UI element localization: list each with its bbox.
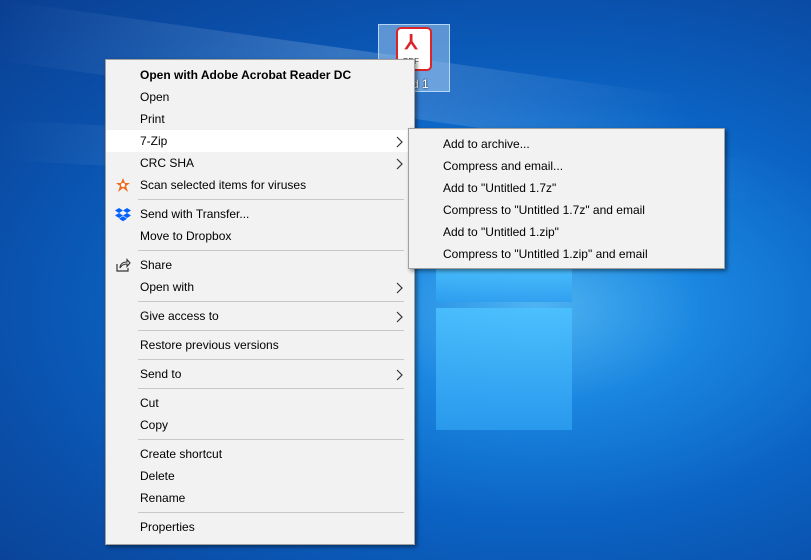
- chevron-right-icon: [396, 152, 404, 174]
- menu-item-cut[interactable]: Cut: [106, 392, 414, 414]
- menu-item-label: Share: [140, 258, 173, 272]
- menu-item-label: Restore previous versions: [140, 338, 279, 352]
- submenu-item-compress-to-untitled-1-7z-and-email[interactable]: Compress to "Untitled 1.7z" and email: [409, 199, 724, 221]
- menu-item-crc-sha[interactable]: CRC SHA: [106, 152, 414, 174]
- chevron-right-icon: [396, 363, 404, 385]
- dropbox-icon: [115, 206, 131, 222]
- submenu-item-label: Compress to "Untitled 1.7z" and email: [443, 203, 645, 217]
- chevron-right-icon: [396, 276, 404, 298]
- menu-item-open-with-adobe-acrobat-reader-dc[interactable]: Open with Adobe Acrobat Reader DC: [106, 64, 414, 86]
- menu-item-label: Send with Transfer...: [140, 207, 250, 221]
- menu-separator: [138, 439, 404, 440]
- menu-item-scan-selected-items-for-viruses[interactable]: Scan selected items for viruses: [106, 174, 414, 196]
- menu-separator: [138, 512, 404, 513]
- menu-item-give-access-to[interactable]: Give access to: [106, 305, 414, 327]
- chevron-right-icon: [396, 305, 404, 327]
- menu-item-label: Scan selected items for viruses: [140, 178, 307, 192]
- submenu-item-compress-to-untitled-1-zip-and-email[interactable]: Compress to "Untitled 1.zip" and email: [409, 243, 724, 265]
- menu-item-label: CRC SHA: [140, 156, 195, 170]
- menu-item-move-to-dropbox[interactable]: Move to Dropbox: [106, 225, 414, 247]
- submenu-item-label: Add to "Untitled 1.zip": [443, 225, 559, 239]
- menu-item-rename[interactable]: Rename: [106, 487, 414, 509]
- submenu-item-add-to-untitled-1-7z[interactable]: Add to "Untitled 1.7z": [409, 177, 724, 199]
- menu-separator: [138, 330, 404, 331]
- submenu-item-label: Compress and email...: [443, 159, 564, 173]
- avast-icon: [115, 177, 131, 193]
- menu-item-send-to[interactable]: Send to: [106, 363, 414, 385]
- menu-item-label: Open: [140, 90, 170, 104]
- menu-item-copy[interactable]: Copy: [106, 414, 414, 436]
- menu-item-label: Move to Dropbox: [140, 229, 232, 243]
- share-icon: [115, 257, 131, 273]
- menu-item-7-zip[interactable]: 7-Zip: [106, 130, 414, 152]
- menu-item-label: Properties: [140, 520, 195, 534]
- menu-item-label: Delete: [140, 469, 175, 483]
- menu-item-label: Cut: [140, 396, 159, 410]
- menu-item-open-with[interactable]: Open with: [106, 276, 414, 298]
- menu-item-restore-previous-versions[interactable]: Restore previous versions: [106, 334, 414, 356]
- submenu-item-add-to-untitled-1-zip[interactable]: Add to "Untitled 1.zip": [409, 221, 724, 243]
- menu-item-label: Print: [140, 112, 165, 126]
- submenu-item-add-to-archive[interactable]: Add to archive...: [409, 133, 724, 155]
- menu-separator: [138, 250, 404, 251]
- menu-separator: [138, 199, 404, 200]
- menu-item-share[interactable]: Share: [106, 254, 414, 276]
- submenu-item-label: Add to archive...: [443, 137, 530, 151]
- menu-item-print[interactable]: Print: [106, 108, 414, 130]
- submenu-item-label: Add to "Untitled 1.7z": [443, 181, 557, 195]
- menu-item-label: Send to: [140, 367, 182, 381]
- menu-item-label: Open with: [140, 280, 195, 294]
- menu-item-create-shortcut[interactable]: Create shortcut: [106, 443, 414, 465]
- context-menu: Open with Adobe Acrobat Reader DC Open Pri…: [105, 59, 415, 545]
- chevron-right-icon: [396, 130, 404, 152]
- submenu-item-label: Compress to "Untitled 1.zip" and email: [443, 247, 648, 261]
- menu-separator: [138, 359, 404, 360]
- menu-item-label: Create shortcut: [140, 447, 223, 461]
- submenu-item-compress-and-email[interactable]: Compress and email...: [409, 155, 724, 177]
- menu-item-delete[interactable]: Delete: [106, 465, 414, 487]
- menu-item-open[interactable]: Open: [106, 86, 414, 108]
- menu-separator: [138, 388, 404, 389]
- 7zip-submenu: Add to archive... Compress and email... Ad…: [408, 128, 725, 269]
- menu-item-label: Rename: [140, 491, 186, 505]
- menu-item-label: Open with Adobe Acrobat Reader DC: [140, 68, 352, 82]
- menu-separator: [138, 301, 404, 302]
- menu-item-properties[interactable]: Properties: [106, 516, 414, 538]
- menu-item-label: Give access to: [140, 309, 219, 323]
- menu-item-label: Copy: [140, 418, 169, 432]
- menu-item-send-with-transfer[interactable]: Send with Transfer...: [106, 203, 414, 225]
- menu-item-label: 7-Zip: [140, 134, 168, 148]
